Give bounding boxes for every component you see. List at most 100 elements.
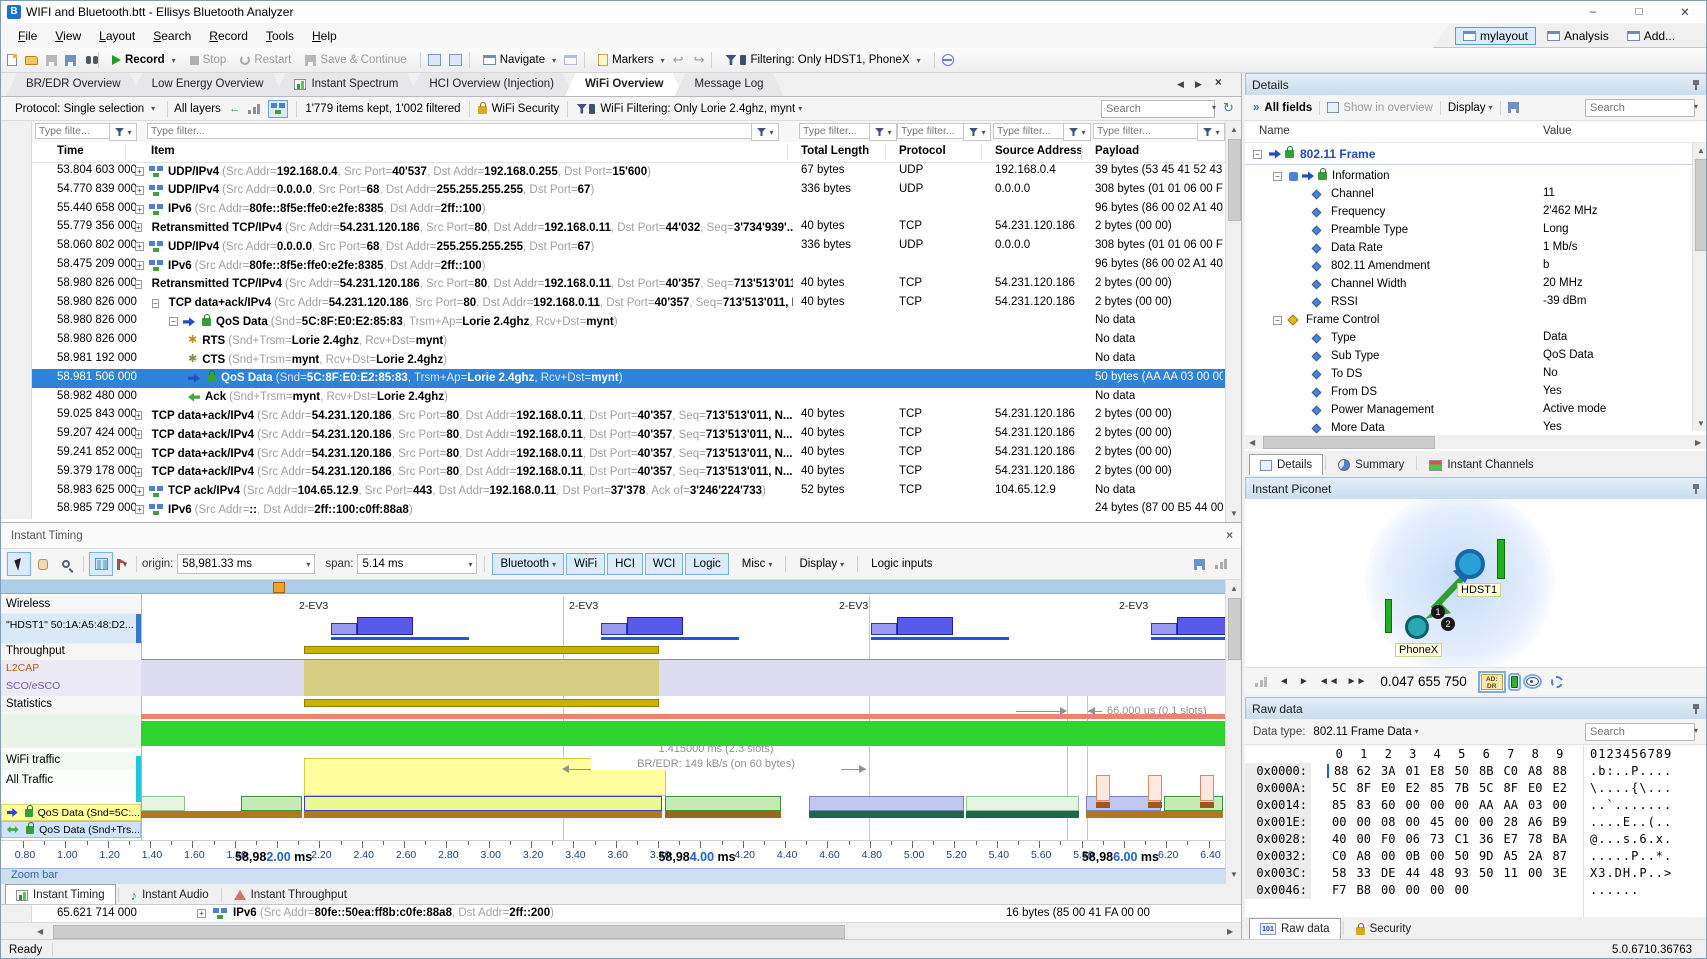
- details-row[interactable]: Power ManagementActive mode: [1245, 401, 1707, 419]
- timing-tracks[interactable]: Wireless"HDST1" 50:1A:A5:48:D2...Through…: [1, 593, 1225, 840]
- menu-search[interactable]: Search: [144, 27, 200, 45]
- table-row[interactable]: 58.983 625 000+TCP ack/IPv4 (Src Addr=10…: [1, 482, 1225, 501]
- traffic-segment[interactable]: [966, 796, 1079, 811]
- piconet-canvas[interactable]: HDST1 1 2 PhoneX: [1245, 499, 1707, 667]
- layout-tab-Add[interactable]: Add...: [1620, 28, 1682, 44]
- table-row[interactable]: 58.980 826 000−TCP data+ack/IPv4 (Src Ad…: [1, 294, 1225, 313]
- expand-icon[interactable]: +: [135, 449, 142, 458]
- bottom-row-item[interactable]: IPv6 (Src Addr=80fe::50ea:ff8b:c0fe:88a8…: [233, 907, 554, 919]
- table-row[interactable]: 58.982 480 000Ack (Snd+Trsm=mynt, Rcv+Ds…: [1, 388, 1225, 407]
- all-fields-button[interactable]: All fields: [1264, 102, 1312, 114]
- expand-icon[interactable]: +: [135, 167, 144, 176]
- tab-instant-channels[interactable]: Instant Channels: [1419, 455, 1543, 475]
- details-export-icon[interactable]: [1508, 102, 1519, 113]
- tab-details[interactable]: Details: [1249, 454, 1323, 475]
- table-row[interactable]: 59.241 852 000+TCP data+ack/IPv4 (Src Ad…: [1, 444, 1225, 463]
- traffic-segment[interactable]: [1164, 796, 1223, 811]
- timing-follow-icon[interactable]: [1215, 559, 1227, 569]
- details-row[interactable]: TypeData: [1245, 329, 1707, 347]
- column-header-source-address[interactable]: Source Address: [995, 145, 1083, 157]
- expand-icon[interactable]: +: [135, 261, 144, 270]
- expand-all-icon[interactable]: »: [1253, 102, 1259, 114]
- details-col-value[interactable]: Value: [1543, 125, 1572, 137]
- retransmission-marker[interactable]: [1148, 775, 1162, 801]
- show-in-overview-button[interactable]: Show in overview: [1343, 102, 1432, 114]
- traffic-segment[interactable]: [241, 796, 302, 811]
- details-row[interactable]: −Information: [1245, 167, 1707, 185]
- protocol-select[interactable]: Protocol: Single selection▾: [9, 101, 161, 117]
- track-header-statistics[interactable]: Statistics: [1, 696, 141, 714]
- tab-close-icon[interactable]: ×: [1215, 77, 1222, 89]
- expand-icon[interactable]: +: [135, 411, 142, 420]
- restart-button[interactable]: Restart: [234, 52, 297, 68]
- details-row[interactable]: Preamble TypeLong: [1245, 221, 1707, 239]
- track-device-label[interactable]: "HDST1" 50:1A:A5:48:D2...: [1, 614, 141, 643]
- hex-row[interactable]: 0x003C:5833DE4448935011003EX3.DH.P..>: [1245, 865, 1707, 882]
- details-row[interactable]: Data Rate1 Mb/s: [1245, 239, 1707, 257]
- expand-icon[interactable]: +: [135, 205, 144, 214]
- table-row[interactable]: 58.981 506 000QoS Data (Snd=5C:8F:E0:E2:…: [1, 369, 1225, 388]
- nav-prev-icon[interactable]: ►: [1299, 676, 1309, 687]
- window-icon[interactable]: [564, 55, 577, 65]
- hex-dump[interactable]: 012345678901234567890x0000:88623A01E8508…: [1245, 745, 1707, 917]
- table-row[interactable]: 59.207 424 000+TCP data+ack/IPv4 (Src Ad…: [1, 425, 1225, 444]
- details-row[interactable]: −802.11 Frame: [1245, 145, 1700, 163]
- hex-row[interactable]: 0x0032:C0A8000B00509DA52A87.....P..*.: [1245, 848, 1707, 865]
- ev3-slave-slot[interactable]: [601, 623, 627, 635]
- data-type-select[interactable]: 802.11 Frame Data: [1313, 726, 1411, 738]
- table-row[interactable]: 54.770 839 000+UDP/IPv4 (Src Addr=0.0.0.…: [1, 181, 1225, 200]
- hex-row[interactable]: 0x0014:858360000000AAAA0300..`.......: [1245, 797, 1707, 814]
- ev3-slave-slot[interactable]: [871, 623, 897, 635]
- column-header-time[interactable]: Time: [57, 145, 84, 157]
- traffic-segment[interactable]: [304, 796, 662, 811]
- traffic-segment[interactable]: [665, 796, 781, 811]
- details-col-name[interactable]: Name: [1259, 125, 1290, 137]
- table-row[interactable]: 53.804 603 000+UDP/IPv4 (Src Addr=192.16…: [1, 162, 1225, 181]
- menu-view[interactable]: View: [46, 27, 90, 45]
- column-filter-input-4[interactable]: [993, 123, 1067, 139]
- find-icon[interactable]: [86, 56, 91, 64]
- toggle-hci[interactable]: HCI: [607, 553, 643, 575]
- tab-raw-data[interactable]: 101Raw data: [1249, 918, 1341, 939]
- column-funnel-button-0[interactable]: ▾: [109, 123, 137, 141]
- details-row[interactable]: Frequency2'462 MHz: [1245, 203, 1707, 221]
- details-search-dropdown-icon[interactable]: ▾: [1694, 102, 1698, 111]
- logic-inputs-button[interactable]: Logic inputs: [864, 554, 939, 574]
- all-layers-label[interactable]: All layers: [174, 103, 221, 115]
- tab-message-log[interactable]: Message Log: [675, 73, 784, 96]
- menu-record[interactable]: Record: [200, 27, 257, 45]
- column-header-item[interactable]: Item: [151, 145, 175, 157]
- details-row[interactable]: 802.11 Amendmentb: [1245, 257, 1707, 275]
- details-search-input[interactable]: [1585, 99, 1695, 117]
- prev-marker-icon[interactable]: ↩: [673, 52, 684, 68]
- traffic-segment[interactable]: [141, 796, 185, 811]
- menu-tools[interactable]: Tools: [257, 27, 303, 45]
- minimize-button[interactable]: –: [1570, 6, 1616, 18]
- table-row[interactable]: 58.980 826 000−QoS Data (Snd=5C:8F:E0:E2…: [1, 312, 1225, 331]
- details-pin-icon[interactable]: [1692, 80, 1700, 91]
- table-row[interactable]: 58.060 802 000+UDP/IPv4 (Src Addr=0.0.0.…: [1, 237, 1225, 256]
- hex-row[interactable]: 0x0028:4000F00673C136E778BA@...s.6.x.: [1245, 831, 1707, 848]
- zoom-tool[interactable]: [55, 553, 77, 575]
- filtering-button[interactable]: Filtering: Only HDST1, PhoneX▾: [719, 52, 926, 68]
- legend-item-qos-trs[interactable]: QoS Data (Snd+Trs...: [1, 821, 141, 838]
- details-row[interactable]: Channel Width20 MHz: [1245, 275, 1707, 293]
- rawdata-pin-icon[interactable]: [1692, 704, 1700, 715]
- globe-icon[interactable]: [942, 54, 954, 66]
- bottom-hscrollbar[interactable]: ◀ ▶: [1, 922, 1241, 940]
- track-header-throughput[interactable]: Throughput: [1, 643, 141, 660]
- origin-combo[interactable]: 58,981.33 ms▾: [177, 554, 315, 574]
- hex-row[interactable]: 0x001E:0000080045000028A6B9....E..(..: [1245, 814, 1707, 831]
- table-row[interactable]: 58.980 826 000−Retransmitted TCP/IPv4 (S…: [1, 275, 1225, 294]
- expand-icon[interactable]: −: [169, 317, 178, 326]
- expand-icon[interactable]: −: [1253, 150, 1262, 159]
- details-row[interactable]: Channel11: [1245, 185, 1707, 203]
- column-funnel-button-5[interactable]: ▾: [1197, 123, 1225, 141]
- marker-flag-button[interactable]: ▾: [117, 559, 127, 570]
- close-button[interactable]: ✕: [1662, 5, 1707, 19]
- rawdata-search-input[interactable]: [1585, 723, 1695, 741]
- record-button[interactable]: Record▾: [106, 52, 182, 68]
- table-row[interactable]: 58.475 209 000+IPv6 (Src Addr=80fe::8f5e…: [1, 256, 1225, 275]
- expand-icon[interactable]: −: [1273, 316, 1282, 325]
- toggle-wci[interactable]: WCI: [645, 553, 683, 575]
